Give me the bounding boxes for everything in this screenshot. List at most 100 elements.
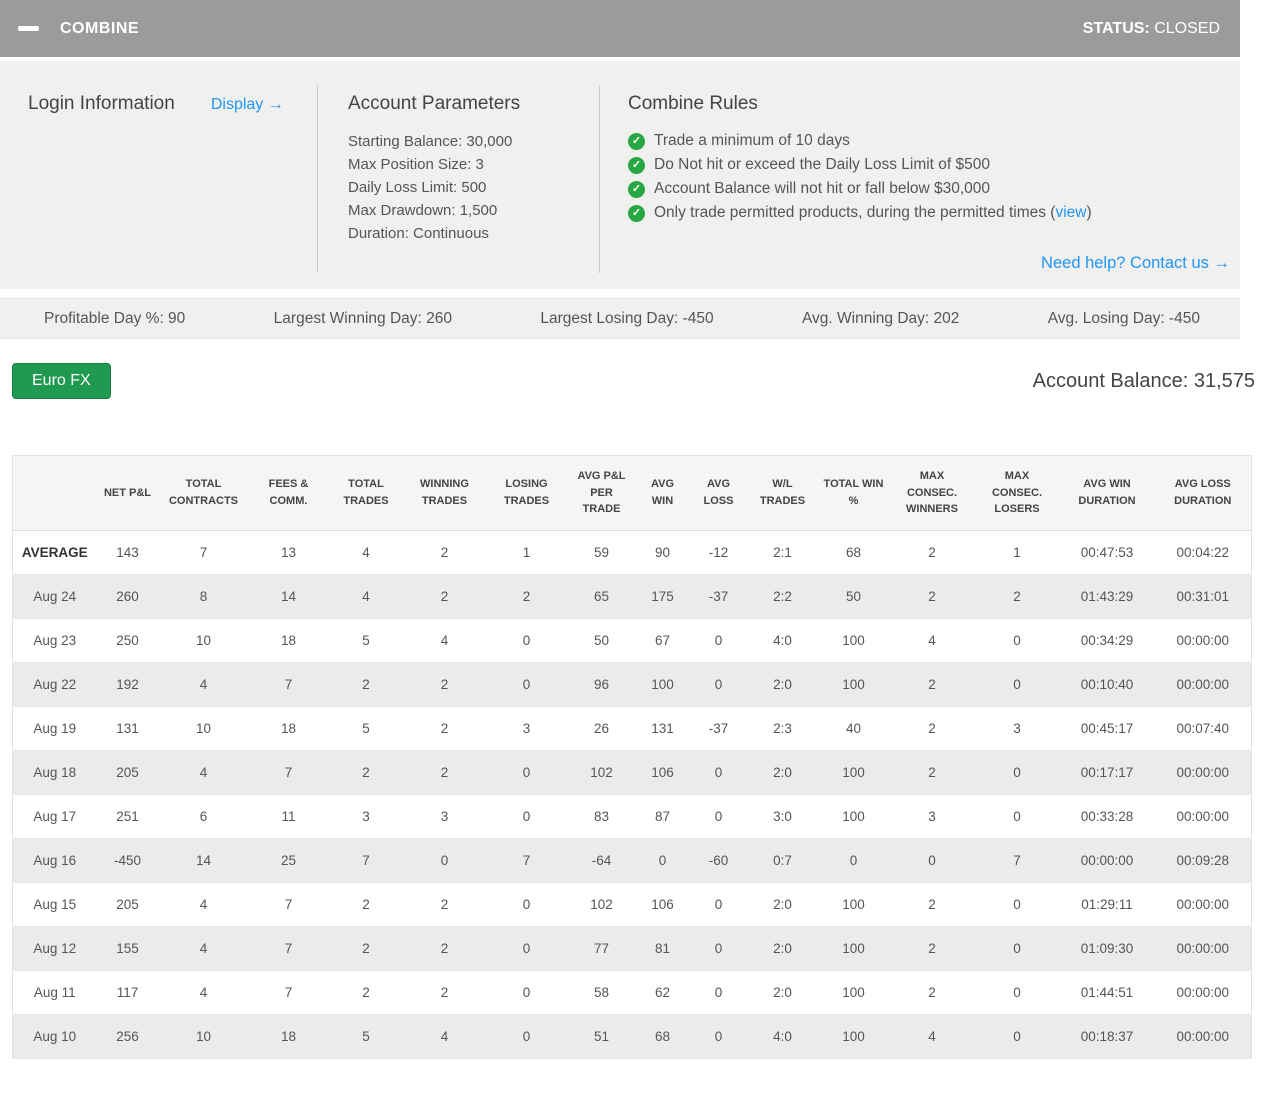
table-cell: 14 [158, 838, 249, 883]
table-cell: 4 [889, 618, 975, 663]
check-icon: ✓ [628, 132, 645, 150]
table-cell: 0 [485, 1014, 568, 1059]
table-cell: 100 [817, 970, 890, 1015]
table-row: Aug 16 -450 14 25 7 0 7 -64 0 -60 0:7 0 0 7 00:00:00 00… [12, 838, 1252, 883]
table-cell: 2:0 [747, 662, 818, 707]
table-cell: 4 [158, 970, 249, 1015]
table-cell: 01:29:11 [1059, 882, 1155, 927]
table-cell: 4 [158, 662, 249, 707]
contact-us-link[interactable]: Need help? Contact us → [1041, 254, 1230, 272]
table-cell: 18 [248, 706, 329, 751]
table-cell: 100 [817, 1014, 890, 1059]
table-cell: 00:00:00 [1154, 794, 1252, 839]
column-header: AVG WIN [635, 455, 690, 531]
table-cell: 155 [96, 926, 159, 971]
title-bar: COMBINE STATUS: CLOSED [0, 0, 1240, 57]
row-label: Aug 18 [12, 750, 97, 795]
table-cell: 251 [96, 794, 159, 839]
table-cell: 6 [158, 794, 249, 839]
combine-rules-section: Combine Rules ✓ Trade a minimum of 10 day… [599, 85, 1240, 273]
performance-table: NET P&L TOTAL CONTRACTS FEES & COMM. TOTAL … [12, 455, 1252, 1059]
display-link[interactable]: Display → [211, 96, 284, 114]
table-cell: 2 [328, 882, 404, 927]
table-cell: 2:0 [747, 750, 818, 795]
column-header: AVG WIN DURATION [1059, 455, 1155, 531]
table-cell: 7 [248, 970, 329, 1015]
table-cell: 0 [485, 794, 568, 839]
instrument-button[interactable]: Euro FX [12, 363, 111, 399]
table-cell: 13 [248, 530, 329, 575]
table-cell: 59 [567, 530, 636, 575]
table-cell: 50 [817, 574, 890, 619]
account-parameter-item: Daily Loss Limit: 500 [348, 179, 487, 196]
table-row: Aug 12 155 4 7 2 2 0 77 81 0 2:0 100 2 0 01:09:30 00:00… [12, 926, 1252, 971]
table-cell: 00:00:00 [1154, 970, 1252, 1015]
table-cell: 2 [328, 750, 404, 795]
table-cell: 0 [635, 838, 690, 883]
table-cell: 77 [567, 926, 636, 971]
minus-icon [18, 26, 39, 31]
column-header: TOTAL CONTRACTS [158, 455, 249, 531]
table-cell: 7 [158, 530, 249, 575]
table-row: Aug 23 250 10 18 5 4 0 50 67 0 4:0 100 4 0 00:34:29 00:… [12, 618, 1252, 663]
table-cell: 18 [248, 618, 329, 663]
stat-item: Avg. Losing Day: -450 [1047, 309, 1200, 327]
table-cell: 0 [485, 750, 568, 795]
table-cell: 25 [248, 838, 329, 883]
table-cell: 100 [817, 662, 890, 707]
table-cell: 175 [635, 574, 690, 619]
table-cell: 10 [158, 1014, 249, 1059]
table-cell: 250 [96, 618, 159, 663]
status-badge: STATUS: CLOSED [1083, 20, 1220, 38]
column-header: WINNING TRADES [403, 455, 486, 531]
rule-text: Account Balance will not hit or fall bel… [654, 180, 991, 197]
table-cell: 106 [635, 882, 690, 927]
view-link[interactable]: view [1055, 204, 1086, 221]
toolbar-row: Euro FX Account Balance: 31,575 [12, 363, 1255, 399]
table-cell: 106 [635, 750, 690, 795]
table-cell: -37 [689, 706, 748, 751]
table-cell: 58 [567, 970, 636, 1015]
table-cell: 2:2 [747, 574, 818, 619]
table-cell: 2 [889, 662, 975, 707]
table-cell: 10 [158, 618, 249, 663]
row-label: Aug 11 [12, 970, 97, 1015]
check-icon: ✓ [628, 180, 645, 198]
table-cell: 2:0 [747, 970, 818, 1015]
account-parameters-section: Account Parameters Starting Balance: 30,… [317, 85, 599, 273]
table-cell: 2 [889, 706, 975, 751]
row-label: Aug 16 [12, 838, 97, 883]
combine-rules-title: Combine Rules [628, 93, 758, 114]
table-cell: 4 [158, 926, 249, 971]
table-cell: 00:00:00 [1154, 926, 1252, 971]
column-header: AVG LOSS [689, 455, 748, 531]
column-header: W/L TRADES [747, 455, 818, 531]
table-cell: 100 [817, 882, 890, 927]
table-cell: 0 [974, 750, 1060, 795]
table-cell: 00:04:22 [1154, 530, 1252, 575]
column-header: FEES & COMM. [248, 455, 329, 531]
collapse-button[interactable] [18, 16, 44, 42]
table-cell: 65 [567, 574, 636, 619]
table-cell: 50 [567, 618, 636, 663]
table-cell: 2 [974, 574, 1060, 619]
table-cell: 5 [328, 706, 404, 751]
table-cell: 102 [567, 882, 636, 927]
table-cell: 0 [974, 926, 1060, 971]
table-row: Aug 15 205 4 7 2 2 0 102 106 0 2:0 100 2 0 01:29:11 00:… [12, 882, 1252, 927]
login-information-section: Login Information Display → [0, 85, 317, 273]
table-row: AVERAGE 143 7 13 4 2 1 59 90 -12 2:1 68 2 1 00:47:53 00… [12, 530, 1252, 575]
table-cell: 2 [403, 926, 486, 971]
table-cell: 8 [158, 574, 249, 619]
table-cell: 00:18:37 [1059, 1014, 1155, 1059]
column-header: MAX CONSEC. WINNERS [889, 455, 975, 531]
table-cell: 7 [248, 926, 329, 971]
table-cell: 00:45:17 [1059, 706, 1155, 751]
table-cell: 0 [485, 926, 568, 971]
table-cell: 2 [889, 574, 975, 619]
table-cell: 00:00:00 [1154, 618, 1252, 663]
table-cell: 00:00:00 [1154, 662, 1252, 707]
table-cell: 10 [158, 706, 249, 751]
row-label: Aug 10 [12, 1014, 97, 1059]
column-header: NET P&L [96, 455, 159, 531]
